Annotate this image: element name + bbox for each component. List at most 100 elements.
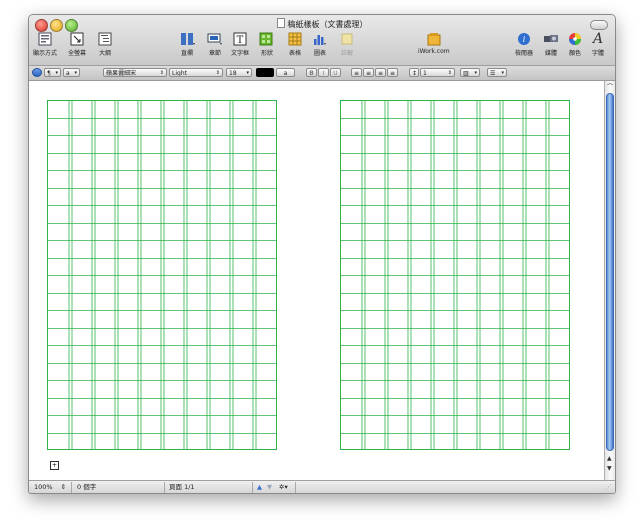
updown-arrows-icon: ⇕ <box>215 70 220 76</box>
bold-label: B <box>309 70 314 77</box>
line-spacing-icon-button[interactable]: ↕ <box>409 68 419 77</box>
chevron-down-icon: ▾ <box>74 70 77 76</box>
format-bar: ¶▾ a▾ 蘋果儷細宋⇕ Light⇕ 18▾ a B I U ≡ ≡ <box>29 66 615 81</box>
sections-icon <box>207 32 223 46</box>
columns-popup[interactable]: ▥ ▾ <box>460 68 480 77</box>
fonts-button[interactable]: A 字體 <box>590 32 606 57</box>
view-mode-button[interactable]: 顯示方式 <box>33 32 57 57</box>
updown-arrows-icon: ⇕ <box>60 483 67 491</box>
shapes-label: 形狀 <box>260 50 273 57</box>
list-style-value: a <box>66 70 70 77</box>
font-size-value: 18 <box>229 70 237 77</box>
manuscript-grid-right <box>340 100 570 450</box>
window-title-text: 稿紙樣板（文書處理） <box>287 20 368 29</box>
align-center-button[interactable]: ≡ <box>363 68 374 77</box>
list-style-popup[interactable]: a ▾ <box>63 68 80 77</box>
list-format-icon: ☰ <box>490 70 496 77</box>
underline-button[interactable]: U <box>330 68 341 77</box>
outline-label: 大綱 <box>98 50 111 57</box>
font-size-combo[interactable]: 18 ▾ <box>226 68 252 77</box>
text-color-label: a <box>283 70 288 77</box>
font-a-icon: A <box>592 31 604 47</box>
comment-icon <box>339 32 355 46</box>
scroll-down-arrow-icon[interactable]: ▼ <box>607 465 612 472</box>
status-divider <box>164 482 165 493</box>
text-background-well[interactable]: a <box>276 68 295 77</box>
align-right-button[interactable]: ≡ <box>375 68 386 77</box>
scroll-thumb[interactable] <box>606 93 614 451</box>
document-canvas[interactable]: + <box>29 81 604 480</box>
fullscreen-icon <box>69 32 85 46</box>
media-button[interactable]: 媒體 <box>543 32 559 57</box>
grid-border <box>340 100 570 450</box>
chevron-down-icon: ▾ <box>246 70 249 76</box>
chart-button[interactable]: 圖表 <box>312 32 328 57</box>
colors-button[interactable]: 顏色 <box>567 32 583 57</box>
chevron-down-icon: ▾ <box>55 70 58 76</box>
manuscript-page-right[interactable] <box>340 100 570 450</box>
sections-label: 章節 <box>208 50 221 57</box>
resize-grip-icon[interactable]: ⋰ <box>605 483 612 492</box>
line-spacing-value: 1 <box>423 70 427 77</box>
color-wheel-icon <box>567 32 583 46</box>
align-left-button[interactable]: ≡ <box>351 68 362 77</box>
manuscript-page-left[interactable] <box>47 100 277 450</box>
titlebar: 稿紙樣板（文書處理） 顯示方式 全螢幕 大綱 直欄 章節 T 文字框 形狀 表格… <box>29 15 615 66</box>
table-button[interactable]: 表格 <box>287 32 303 57</box>
textbox-label: 文字框 <box>231 50 250 57</box>
align-left-icon: ≡ <box>354 70 360 77</box>
paragraph-style-popup[interactable]: ¶ ▾ <box>44 68 61 77</box>
iwork-icon <box>426 32 442 46</box>
next-page-button[interactable]: ▼ <box>267 483 272 492</box>
word-count: 0 個字 <box>77 483 97 491</box>
line-spacing-popup[interactable]: 1 ⇕ <box>420 68 455 77</box>
align-right-icon: ≡ <box>378 70 384 77</box>
italic-label: I <box>322 70 325 77</box>
columns-icon <box>179 32 195 46</box>
inspector-label: 檢閱器 <box>515 50 534 57</box>
view-mode-label: 顯示方式 <box>33 50 58 57</box>
font-typeface-popup[interactable]: Light ⇕ <box>169 68 223 77</box>
iwork-share-button[interactable]: iWork.com <box>418 32 450 55</box>
status-divider <box>295 482 296 493</box>
shapes-button[interactable]: 形狀 <box>259 32 275 57</box>
vertical-scrollbar[interactable]: ⌒ ▲ ▼ <box>604 81 615 480</box>
table-icon <box>287 32 303 46</box>
inspector-button[interactable]: i 檢閱器 <box>515 32 533 57</box>
previous-page-button[interactable]: ▲ <box>257 483 262 492</box>
paragraph-style-value: ¶ <box>47 70 51 77</box>
table-label: 表格 <box>288 50 301 57</box>
page-indicator: 頁面 1/1 <box>169 483 195 491</box>
zoom-popup[interactable]: 100% ⇕ <box>34 483 66 492</box>
scroll-up-arrow-icon[interactable]: ▲ <box>607 455 612 462</box>
font-family-value: 蘋果儷細宋 <box>106 70 137 77</box>
styles-drawer-button[interactable] <box>32 68 42 77</box>
status-divider <box>71 482 72 493</box>
status-divider <box>252 482 253 493</box>
outline-button[interactable]: 大綱 <box>97 32 113 57</box>
outline-icon <box>97 32 113 46</box>
underline-label: U <box>333 70 338 77</box>
grid-border <box>47 100 277 450</box>
font-family-popup[interactable]: 蘋果儷細宋 ⇕ <box>103 68 167 77</box>
italic-button[interactable]: I <box>318 68 329 77</box>
textbox-button[interactable]: T 文字框 <box>231 32 249 57</box>
iwork-label: iWork.com <box>418 48 450 55</box>
fullscreen-label: 全螢幕 <box>68 50 87 57</box>
action-gear-icon[interactable]: ✲▾ <box>279 483 288 492</box>
overflow-indicator-icon[interactable]: + <box>50 461 59 470</box>
media-icon <box>543 32 559 46</box>
shapes-icon <box>259 32 275 46</box>
bold-button[interactable]: B <box>306 68 317 77</box>
chart-label: 圖表 <box>313 50 326 57</box>
text-color-well[interactable] <box>256 68 274 77</box>
chart-icon <box>312 32 328 46</box>
svg-text:i: i <box>523 35 526 44</box>
document-icon <box>276 18 285 28</box>
comment-button[interactable]: 註解 <box>339 32 355 57</box>
justify-button[interactable]: ≡ <box>387 68 398 77</box>
columns-button[interactable]: 直欄 <box>179 32 195 57</box>
list-popup[interactable]: ☰ ▾ <box>487 68 507 77</box>
sections-button[interactable]: 章節 <box>207 32 223 57</box>
fullscreen-button[interactable]: 全螢幕 <box>68 32 86 57</box>
